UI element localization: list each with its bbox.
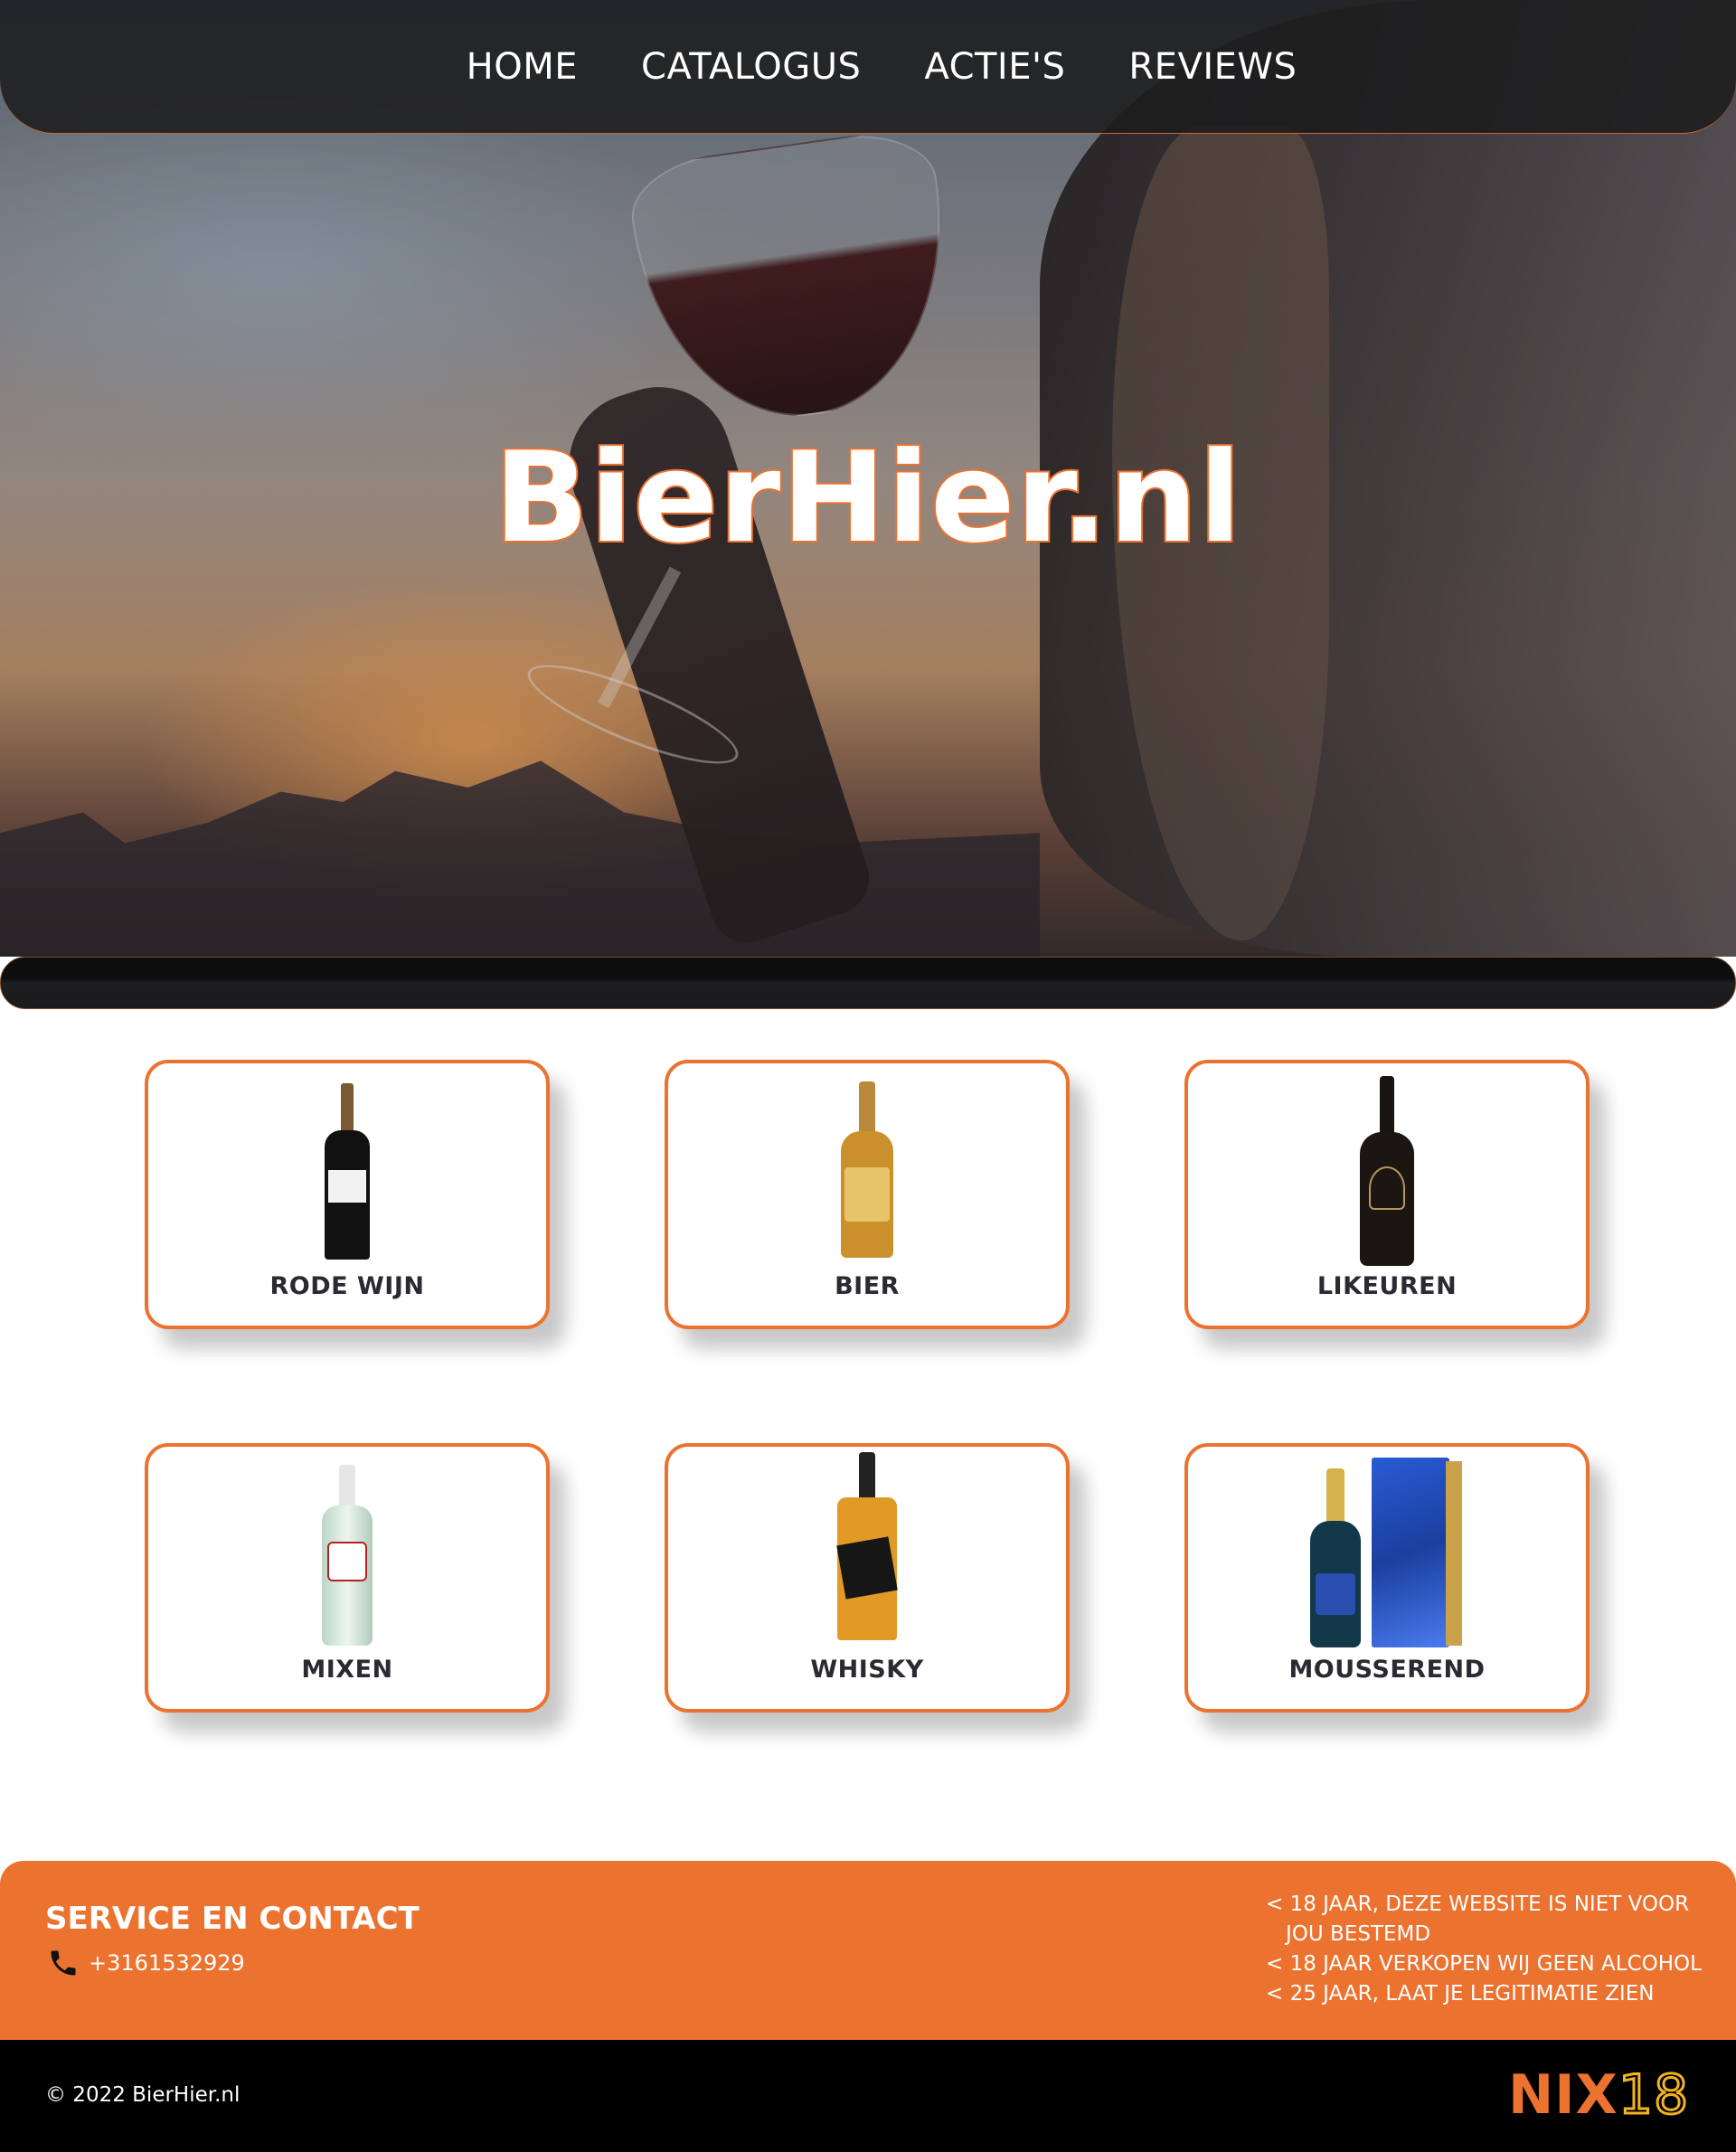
- category-label: MOUSSEREND: [1288, 1656, 1486, 1684]
- category-label: RODE WIJN: [269, 1272, 425, 1300]
- category-card-mousserend[interactable]: MOUSSEREND: [1184, 1443, 1590, 1713]
- nav-acties[interactable]: ACTIE'S: [924, 46, 1065, 88]
- phone-number: +3161532929: [89, 1950, 245, 1976]
- phone-icon: [47, 1947, 80, 1979]
- category-label: WHISKY: [810, 1656, 924, 1684]
- nav-catalogus[interactable]: CATALOGUS: [641, 46, 861, 88]
- hero-banner: BierHier.nl: [0, 0, 1736, 957]
- beer-bottle-icon: [841, 1081, 893, 1258]
- red-wine-bottle-icon: [325, 1083, 370, 1260]
- nav-reviews[interactable]: REVIEWS: [1128, 46, 1297, 88]
- age-notice: < 18 JAAR VERKOPEN WIJ GEEN ALCOHOL: [1266, 1952, 1702, 1976]
- liqueur-bottle-icon: [1360, 1076, 1414, 1266]
- copyright-text: © 2022 BierHier.nl: [45, 2083, 241, 2107]
- category-card-bier[interactable]: BIER: [665, 1060, 1070, 1329]
- category-label: BIER: [835, 1272, 900, 1300]
- nav-home[interactable]: HOME: [467, 46, 578, 88]
- service-footer: SERVICE EN CONTACT +3161532929 < 18 JAAR…: [0, 1861, 1736, 2040]
- service-title: SERVICE EN CONTACT: [45, 1901, 420, 1937]
- category-card-rode-wijn[interactable]: RODE WIJN: [145, 1060, 550, 1329]
- copyright-bar: © 2022 BierHier.nl NIX 18: [0, 2040, 1736, 2152]
- champagne-bottle-icon: [1310, 1458, 1464, 1647]
- nix18-logo: NIX 18: [1508, 2062, 1690, 2128]
- category-label: LIKEUREN: [1316, 1272, 1458, 1300]
- whisky-bottle-icon: [836, 1452, 898, 1640]
- category-grid: RODE WIJN BIER LIKEUREN MIXEN WHISKY MOU…: [145, 1060, 1591, 1713]
- age-notices: < 18 JAAR, DEZE WEBSITE IS NIET VOOR JOU…: [1266, 1890, 1709, 2009]
- rum-bottle-icon: [322, 1465, 373, 1646]
- category-label: MIXEN: [301, 1656, 393, 1684]
- hero-bottom-bar: [0, 957, 1736, 1009]
- age-notice: < 18 JAAR, DEZE WEBSITE IS NIET VOOR JOU…: [1266, 1892, 1690, 1946]
- category-card-whisky[interactable]: WHISKY: [665, 1443, 1070, 1713]
- hero-title: BierHier.nl: [492, 423, 1243, 572]
- category-card-mixen[interactable]: MIXEN: [145, 1443, 550, 1713]
- phone-contact[interactable]: +3161532929: [47, 1947, 245, 1979]
- age-notice: < 25 JAAR, LAAT JE LEGITIMATIE ZIEN: [1266, 1982, 1655, 2006]
- top-navigation: HOME CATALOGUS ACTIE'S REVIEWS: [0, 0, 1736, 134]
- category-card-likeuren[interactable]: LIKEUREN: [1184, 1060, 1590, 1329]
